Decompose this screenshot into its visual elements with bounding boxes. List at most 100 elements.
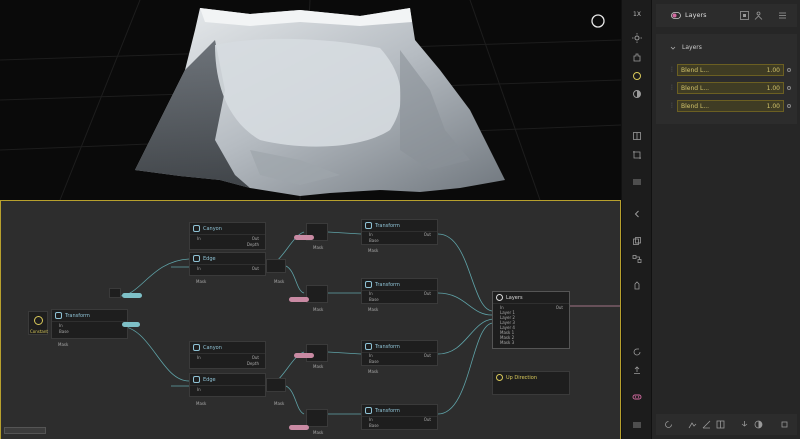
port-in[interactable]: In [369, 232, 373, 237]
blend-layer-slider[interactable]: Blend L... 1.00 [677, 64, 784, 76]
blend-node-4[interactable] [306, 409, 328, 427]
drag-handle-icon[interactable]: ⋮ [669, 65, 675, 75]
small-node[interactable] [109, 288, 121, 298]
section-title: Layers [682, 44, 702, 51]
hand-icon[interactable] [628, 48, 646, 66]
ruler-icon[interactable] [702, 420, 711, 429]
minimap-strip[interactable] [4, 427, 46, 434]
mountain-icon[interactable] [688, 420, 697, 429]
edge-top-mask-label: Mask [196, 279, 207, 284]
drag-handle-icon[interactable]: ⋮ [669, 83, 675, 93]
constant-node[interactable]: Constant [28, 311, 48, 335]
upload-icon[interactable] [628, 361, 646, 379]
square-icon[interactable] [780, 420, 789, 429]
hamburger-icon[interactable] [778, 11, 787, 20]
edge-top-node[interactable]: Edge In Out [189, 252, 266, 276]
drag-handle-icon[interactable]: ⋮ [669, 101, 675, 111]
edge-bottom-node[interactable]: Edge In [189, 373, 266, 397]
split-panel-icon[interactable] [628, 127, 646, 145]
edge-bottom-handle[interactable] [266, 378, 286, 392]
node-graph[interactable]: Constant Transform In Base Mask Canyon I… [0, 200, 621, 439]
up-direction-header: Up Direction [493, 372, 569, 383]
list-icon[interactable] [628, 416, 646, 434]
zoom-badge[interactable]: 1X [628, 6, 646, 24]
keyframe-dot-icon[interactable] [787, 104, 791, 108]
chevron-left-icon[interactable] [628, 205, 646, 223]
port-in[interactable]: In [59, 323, 63, 328]
canyon-top-header: Canyon [190, 223, 265, 235]
chevron-down-icon[interactable] [670, 45, 676, 51]
output-pill[interactable] [122, 322, 140, 327]
port-base[interactable]: Base [369, 359, 379, 364]
layers-node[interactable]: Layers Out In Layer 1 Layer 2 Layer 3 La… [492, 291, 570, 349]
transform-2-node[interactable]: Transform In Base Out [361, 278, 438, 304]
port-in[interactable]: In [197, 387, 201, 392]
blend-layer-slider[interactable]: Blend L... 1.00 [677, 82, 784, 94]
sphere-icon[interactable] [628, 67, 646, 85]
port-out[interactable]: Out [424, 353, 431, 358]
gamepad-icon[interactable] [628, 388, 646, 406]
transform-1-mask-label: Mask [368, 248, 379, 253]
output-pill[interactable] [122, 293, 142, 298]
pink-pill[interactable] [289, 297, 309, 302]
port-base[interactable]: Base [369, 238, 379, 243]
export-icon[interactable] [740, 420, 749, 429]
pink-pill[interactable] [294, 353, 314, 358]
sun-icon[interactable] [628, 29, 646, 47]
toggle-icon [671, 12, 681, 19]
viewport-canvas[interactable] [0, 0, 621, 200]
port-in[interactable]: In [369, 353, 373, 358]
half-circle-icon[interactable] [628, 85, 646, 103]
contrast-icon[interactable] [754, 420, 763, 429]
refresh-icon[interactable] [664, 420, 673, 429]
transform-left-node[interactable]: Transform In Base [51, 309, 128, 339]
person-icon[interactable] [754, 11, 763, 20]
keyframe-dot-icon[interactable] [787, 86, 791, 90]
port-in[interactable]: In [197, 266, 201, 271]
port-in[interactable]: In [369, 417, 373, 422]
port-in[interactable]: In [197, 355, 201, 360]
hand-pointer-icon[interactable] [628, 276, 646, 294]
rotate-icon[interactable] [628, 343, 646, 361]
port-out[interactable]: Out [252, 355, 259, 360]
columns-icon[interactable] [716, 420, 725, 429]
port-in[interactable]: In [197, 236, 201, 241]
port-out[interactable]: Out [252, 236, 259, 241]
keyframe-dot-icon[interactable] [787, 68, 791, 72]
port-depth[interactable]: Depth [247, 361, 259, 366]
pink-pill[interactable] [294, 235, 314, 240]
blend-3-mask-label: Mask [313, 364, 324, 369]
transform-icon [365, 222, 372, 229]
port-depth[interactable]: Depth [247, 242, 259, 247]
port-base[interactable]: Base [369, 423, 379, 428]
up-direction-node[interactable]: Up Direction [492, 371, 570, 395]
port-base[interactable]: Base [369, 297, 379, 302]
edge-top-handle[interactable] [266, 259, 286, 273]
port-in[interactable]: In [369, 291, 373, 296]
port-out[interactable]: Out [424, 232, 431, 237]
menu-icon[interactable] [628, 173, 646, 191]
transform-1-node[interactable]: Transform In Base Out [361, 219, 438, 245]
transform-3-node[interactable]: Transform In Base Out [361, 340, 438, 366]
mountain-icon [193, 344, 200, 351]
canyon-top-node[interactable]: Canyon In Out Depth [189, 222, 266, 250]
crop-icon[interactable] [628, 146, 646, 164]
light-direction-indicator[interactable] [591, 14, 605, 28]
port-mask-3[interactable]: Mask 3 [500, 340, 514, 345]
transform-3-header: Transform [362, 341, 437, 353]
3d-viewport[interactable] [0, 0, 621, 200]
port-base[interactable]: Base [59, 329, 69, 334]
port-out[interactable]: Out [424, 417, 431, 422]
port-out[interactable]: Out [252, 266, 259, 271]
flow-icon[interactable] [628, 250, 646, 268]
transform-4-node[interactable]: Transform In Base Out [361, 404, 438, 430]
panel-header: Layers [656, 4, 797, 27]
blend-node-2[interactable] [306, 285, 328, 303]
blend-layer-slider[interactable]: Blend L... 1.00 [677, 100, 784, 112]
port-out[interactable]: Out [424, 291, 431, 296]
panel-icon[interactable] [740, 11, 749, 20]
port-out[interactable]: Out [556, 305, 563, 310]
copy-icon[interactable] [628, 232, 646, 250]
pink-pill[interactable] [289, 425, 309, 430]
canyon-bottom-node[interactable]: Canyon In Out Depth [189, 341, 266, 369]
